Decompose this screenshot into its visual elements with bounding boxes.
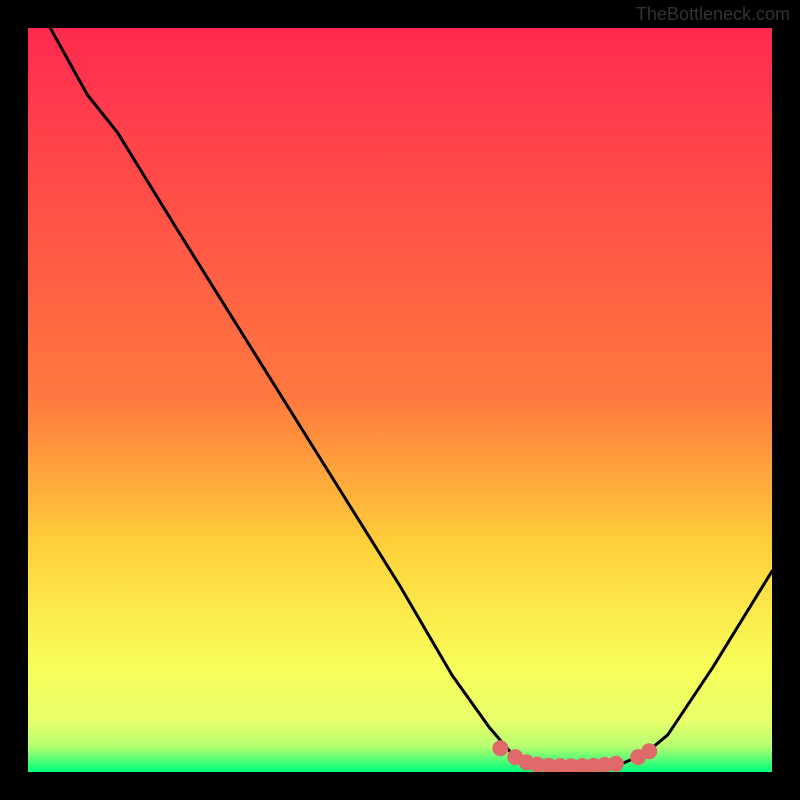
watermark-text: TheBottleneck.com — [636, 4, 790, 25]
chart-svg — [28, 28, 772, 772]
data-marker — [641, 743, 657, 759]
plot-area — [28, 28, 772, 772]
chart-container: TheBottleneck.com — [0, 0, 800, 800]
gradient-background — [28, 28, 772, 772]
data-marker — [608, 756, 624, 772]
data-marker — [492, 740, 508, 756]
